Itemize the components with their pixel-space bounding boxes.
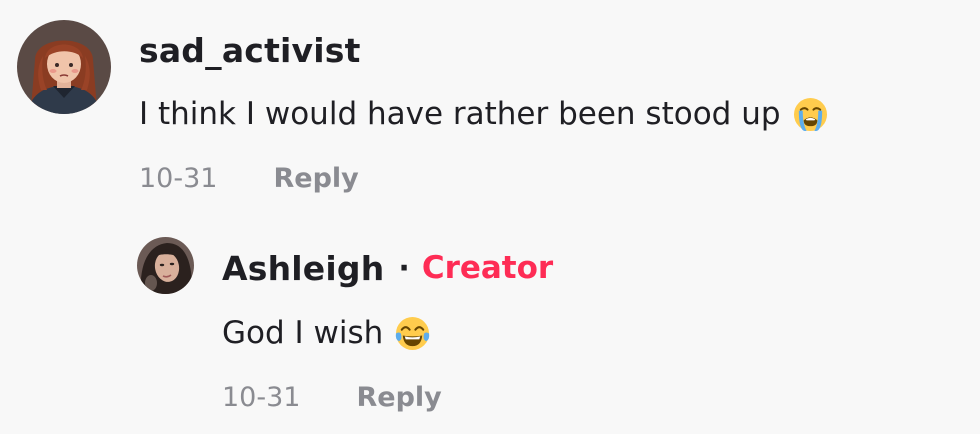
- loudly-crying-face-icon: [793, 97, 827, 131]
- avatar-illustration-icon: [17, 20, 111, 114]
- comment-body: Ashleigh · Creator God I wish 10-31 Repl…: [222, 237, 553, 417]
- comment-meta: 10-31 Reply: [222, 377, 553, 417]
- comment-header: Ashleigh · Creator: [222, 237, 553, 299]
- comment-text: I think I would have rather been stood u…: [139, 96, 781, 132]
- comment-text-row: I think I would have rather been stood u…: [139, 84, 828, 144]
- username[interactable]: sad_activist: [139, 31, 361, 70]
- comment-body: sad_activist I think I would have rather…: [139, 20, 828, 198]
- comment-thread: sad_activist I think I would have rather…: [0, 0, 980, 434]
- comment-meta: 10-31 Reply: [139, 158, 828, 198]
- comment-date: 10-31: [139, 162, 218, 194]
- separator-dot: ·: [398, 250, 410, 286]
- avatar-photo-icon: [137, 237, 194, 294]
- username[interactable]: Ashleigh: [222, 249, 384, 288]
- comment-header: sad_activist: [139, 20, 828, 80]
- reply-button[interactable]: Reply: [273, 163, 358, 194]
- avatar[interactable]: [137, 237, 194, 294]
- comment-date: 10-31: [222, 381, 301, 413]
- comment-text-row: God I wish: [222, 303, 553, 363]
- reply-button[interactable]: Reply: [356, 382, 441, 413]
- comment-text: God I wish: [222, 315, 384, 351]
- avatar[interactable]: [17, 20, 111, 114]
- face-with-tears-of-joy-icon: [396, 316, 430, 350]
- creator-badge: Creator: [421, 250, 554, 286]
